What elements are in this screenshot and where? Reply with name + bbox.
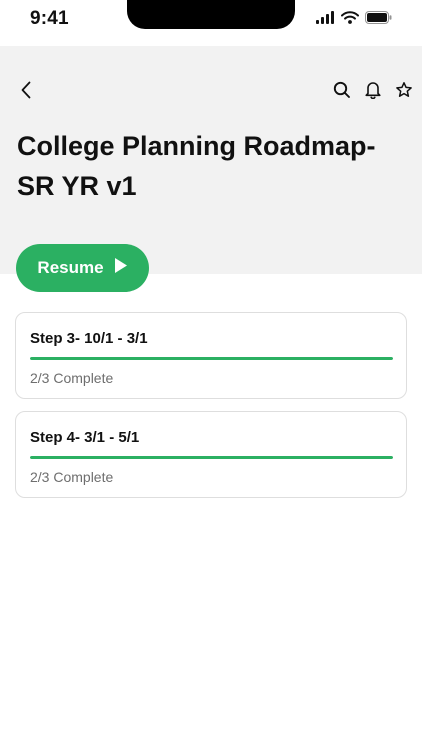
- step-progress-bar: [30, 456, 393, 459]
- status-icons: [316, 11, 392, 29]
- step-list: Step 3- 10/1 - 3/1 2/3 Complete Step 4- …: [15, 312, 407, 510]
- chevron-left-icon: [20, 81, 32, 104]
- app-screen: 9:41 College Planning Roadmap-SR YR v1 R…: [0, 0, 422, 750]
- battery-icon: [365, 11, 392, 29]
- step-progress-bar: [30, 357, 393, 360]
- notifications-button[interactable]: [361, 80, 385, 104]
- bell-icon: [364, 80, 382, 104]
- resume-button[interactable]: Resume: [16, 244, 149, 292]
- step-progress-fill: [30, 357, 393, 360]
- star-icon: [395, 81, 413, 104]
- step-status: 2/3 Complete: [30, 469, 114, 485]
- step-card[interactable]: Step 3- 10/1 - 3/1 2/3 Complete: [15, 312, 407, 399]
- page-title: College Planning Roadmap-SR YR v1: [17, 131, 376, 201]
- device-notch: [127, 0, 295, 29]
- play-icon: [114, 257, 128, 279]
- back-button[interactable]: [14, 80, 38, 104]
- signal-icon: [316, 11, 335, 29]
- resume-button-label: Resume: [37, 258, 104, 277]
- step-progress-fill: [30, 456, 393, 459]
- step-status: 2/3 Complete: [30, 370, 114, 386]
- step-title: Step 3- 10/1 - 3/1: [30, 330, 148, 347]
- wifi-icon: [341, 11, 359, 29]
- search-icon: [333, 81, 351, 104]
- header: College Planning Roadmap-SR YR v1: [0, 46, 422, 274]
- header-actions: [323, 80, 416, 104]
- status-time: 9:41: [30, 8, 69, 29]
- search-button[interactable]: [330, 80, 354, 104]
- favorite-button[interactable]: [392, 80, 416, 104]
- step-title: Step 4- 3/1 - 5/1: [30, 429, 140, 446]
- status-bar: 9:41: [0, 0, 422, 46]
- step-card[interactable]: Step 4- 3/1 - 5/1 2/3 Complete: [15, 411, 407, 498]
